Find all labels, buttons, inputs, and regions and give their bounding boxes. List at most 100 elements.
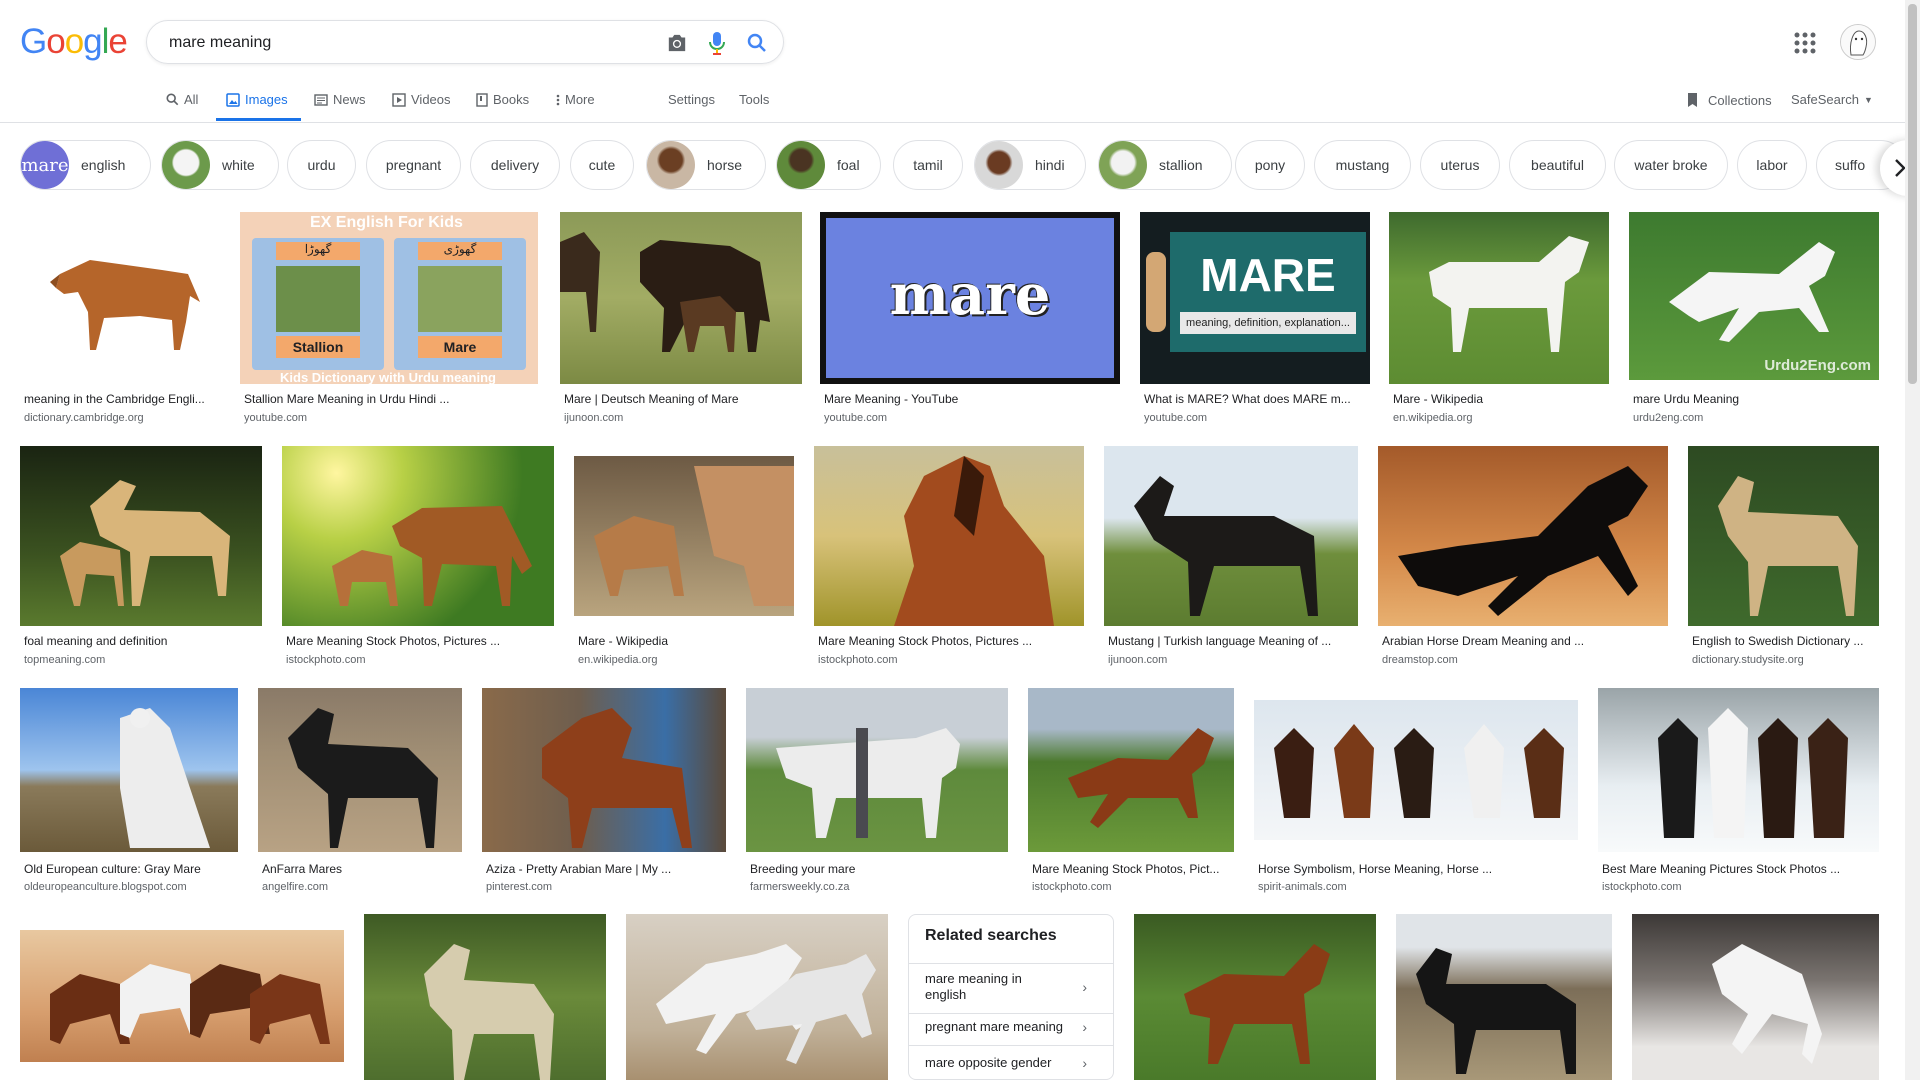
image-result[interactable] bbox=[626, 914, 888, 1080]
result-thumbnail: EX English For Kids گھوڑا گھوڑی Stallion… bbox=[240, 212, 538, 384]
chip-stallion[interactable]: stallion bbox=[1098, 140, 1232, 190]
image-result[interactable] bbox=[1134, 914, 1376, 1080]
apps-grid-icon[interactable] bbox=[1794, 32, 1816, 54]
video-icon bbox=[392, 92, 406, 107]
tab-news[interactable]: News bbox=[314, 92, 366, 107]
tab-images[interactable]: Images bbox=[226, 92, 288, 107]
image-result[interactable]: Mare - Wikipedia en.wikipedia.org bbox=[1389, 212, 1609, 428]
image-icon bbox=[226, 92, 240, 107]
tab-books[interactable]: Books bbox=[476, 92, 529, 107]
scrollbar-thumb[interactable] bbox=[1908, 4, 1917, 384]
image-result[interactable]: Horse Symbolism, Horse Meaning, Horse ..… bbox=[1254, 688, 1578, 898]
result-source: youtube.com bbox=[1144, 412, 1207, 424]
result-thumbnail bbox=[20, 212, 220, 384]
chip-pony[interactable]: pony bbox=[1235, 140, 1305, 190]
image-result[interactable]: Old European culture: Gray Mare oldeurop… bbox=[20, 688, 238, 898]
chip-label: english bbox=[81, 157, 126, 173]
chip-delivery[interactable]: delivery bbox=[470, 140, 560, 190]
logo-letter: G bbox=[20, 22, 47, 61]
caret-down-icon: ▼ bbox=[1863, 94, 1873, 105]
chip-horse[interactable]: horse bbox=[646, 140, 766, 190]
image-result[interactable]: Breeding your mare farmersweekly.co.za bbox=[746, 688, 1008, 898]
image-result[interactable]: mare Mare Meaning - YouTube youtube.com bbox=[820, 212, 1120, 428]
chip-label: white bbox=[222, 157, 255, 173]
image-result[interactable]: meaning in the Cambridge Engli... dictio… bbox=[20, 212, 220, 428]
collections-label: Collections bbox=[1708, 92, 1772, 108]
account-avatar[interactable] bbox=[1840, 24, 1876, 60]
chip-pregnant[interactable]: pregnant bbox=[366, 140, 461, 190]
thumb-overlay-text: MARE bbox=[1200, 249, 1336, 301]
chip-foal[interactable]: foal bbox=[776, 140, 881, 190]
image-result[interactable]: Mare | Deutsch Meaning of Mare ijunoon.c… bbox=[560, 212, 802, 428]
chip-label: cute bbox=[588, 157, 616, 173]
image-result[interactable]: MARE meaning, definition, explanation...… bbox=[1140, 212, 1370, 428]
result-title: Best Mare Meaning Pictures Stock Photos … bbox=[1602, 862, 1841, 876]
result-thumbnail bbox=[1134, 914, 1376, 1080]
chip-beautiful[interactable]: beautiful bbox=[1509, 140, 1606, 190]
result-thumbnail bbox=[20, 446, 262, 626]
image-result[interactable]: AnFarra Mares angelfire.com bbox=[258, 688, 462, 898]
image-result[interactable]: Mare - Wikipedia en.wikipedia.org bbox=[574, 446, 794, 668]
image-result[interactable] bbox=[1632, 914, 1879, 1080]
image-result[interactable] bbox=[1396, 914, 1612, 1080]
related-searches-panel: Related searches mare meaning in english… bbox=[908, 914, 1114, 1080]
safesearch-label: SafeSearch bbox=[1791, 92, 1859, 107]
image-result[interactable]: Mustang | Turkish language Meaning of ..… bbox=[1104, 446, 1358, 668]
search-input[interactable] bbox=[167, 31, 641, 55]
chip-label: water broke bbox=[1634, 157, 1708, 173]
camera-icon[interactable] bbox=[665, 31, 689, 55]
image-result[interactable]: Arabian Horse Dream Meaning and ... drea… bbox=[1378, 446, 1668, 668]
result-title: Breeding your mare bbox=[750, 862, 856, 876]
divider bbox=[909, 1045, 1113, 1046]
chip-labor[interactable]: labor bbox=[1737, 140, 1807, 190]
tab-videos[interactable]: Videos bbox=[392, 92, 451, 107]
image-result[interactable]: Mare Meaning Stock Photos, Pictures ... … bbox=[282, 446, 554, 668]
image-result[interactable]: Mare Meaning Stock Photos, Pict... istoc… bbox=[1028, 688, 1234, 898]
mare-label: Mare bbox=[418, 336, 502, 358]
related-search-label: pregnant mare meaning bbox=[925, 1019, 1064, 1034]
chip-cute[interactable]: cute bbox=[570, 140, 634, 190]
chip-uterus[interactable]: uterus bbox=[1420, 140, 1500, 190]
tab-all[interactable]: All bbox=[166, 92, 198, 107]
chip-tamil[interactable]: tamil bbox=[893, 140, 963, 190]
chip-hindi[interactable]: hindi bbox=[974, 140, 1086, 190]
image-result[interactable]: English to Swedish Dictionary ... dictio… bbox=[1688, 446, 1879, 668]
result-thumbnail bbox=[364, 914, 606, 1080]
image-result[interactable]: foal meaning and definition topmeaning.c… bbox=[20, 446, 262, 668]
tab-label: Videos bbox=[411, 92, 451, 107]
chip-urdu[interactable]: urdu bbox=[287, 140, 356, 190]
google-logo[interactable]: Google bbox=[20, 22, 128, 62]
chip-thumb-text: mare bbox=[21, 154, 69, 176]
chip-thumbnail bbox=[162, 141, 210, 189]
chip-english[interactable]: mare english bbox=[20, 140, 151, 190]
image-result[interactable] bbox=[364, 914, 606, 1080]
search-icon[interactable] bbox=[745, 31, 769, 55]
related-search-item[interactable]: pregnant mare meaning › bbox=[925, 1019, 1101, 1035]
image-result[interactable]: Aziza - Pretty Arabian Mare | My ... pin… bbox=[482, 688, 726, 898]
chevron-right-icon: › bbox=[1082, 1019, 1087, 1035]
chevron-right-icon: › bbox=[1082, 979, 1087, 995]
related-search-item[interactable]: mare opposite gender › bbox=[925, 1055, 1101, 1071]
microphone-icon[interactable] bbox=[705, 31, 729, 55]
chip-mustang[interactable]: mustang bbox=[1314, 140, 1411, 190]
chevron-right-icon: › bbox=[1082, 1055, 1087, 1071]
collections-button[interactable]: Collections bbox=[1686, 92, 1772, 108]
result-title: Aziza - Pretty Arabian Mare | My ... bbox=[486, 862, 672, 876]
result-source: ijunoon.com bbox=[564, 412, 624, 424]
safesearch-button[interactable]: SafeSearch ▼ bbox=[1791, 92, 1873, 107]
tab-settings[interactable]: Settings bbox=[668, 92, 715, 107]
result-title: foal meaning and definition bbox=[24, 634, 168, 648]
tab-more[interactable]: More bbox=[556, 92, 595, 107]
image-result[interactable] bbox=[20, 914, 344, 1080]
tab-label: Books bbox=[493, 92, 530, 107]
related-search-item[interactable]: mare meaning in english › bbox=[925, 971, 1101, 1003]
image-result[interactable]: Urdu2Eng.com mare Urdu Meaning urdu2eng.… bbox=[1629, 212, 1879, 428]
chip-white[interactable]: white bbox=[161, 140, 279, 190]
image-result[interactable]: Best Mare Meaning Pictures Stock Photos … bbox=[1598, 688, 1879, 898]
chip-water-broke[interactable]: water broke bbox=[1614, 140, 1728, 190]
result-thumbnail bbox=[746, 688, 1008, 852]
chip-label: pregnant bbox=[385, 157, 442, 173]
image-result[interactable]: EX English For Kids گھوڑا گھوڑی Stallion… bbox=[240, 212, 538, 428]
image-result[interactable]: Mare Meaning Stock Photos, Pictures ... … bbox=[814, 446, 1084, 668]
tab-tools[interactable]: Tools bbox=[739, 92, 769, 107]
